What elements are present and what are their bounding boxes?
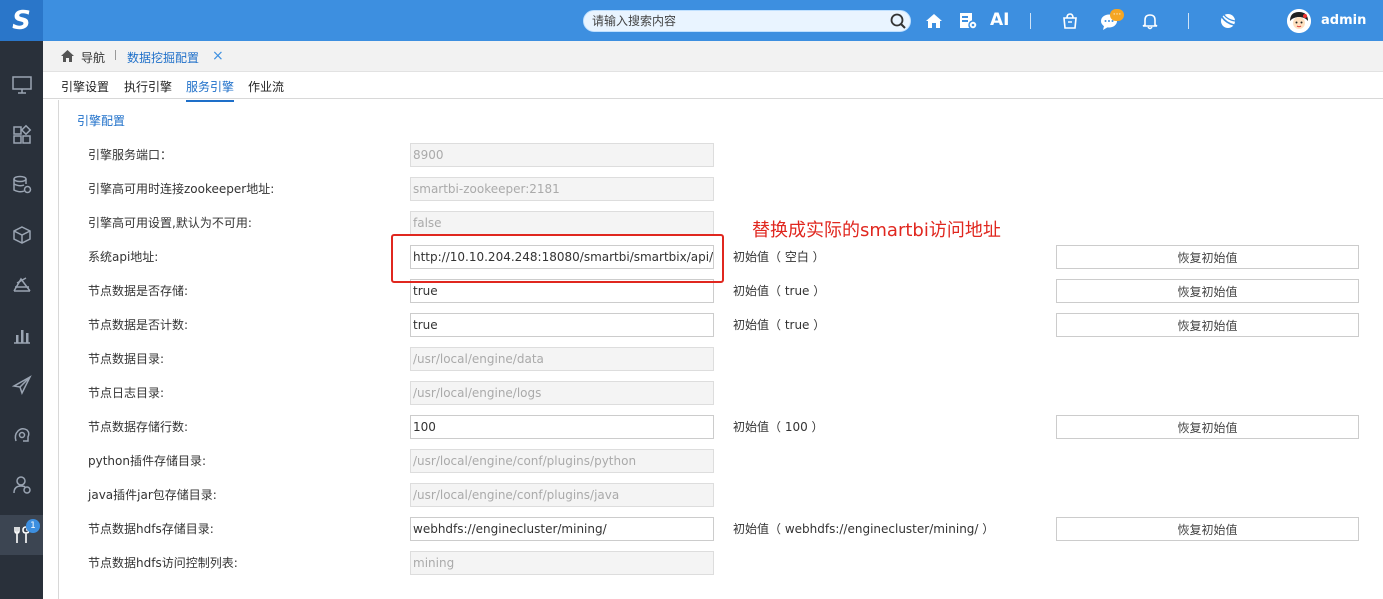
sidebar-item-system-ops[interactable]: 1: [0, 515, 43, 555]
breadcrumb-separator: [115, 50, 116, 60]
section-title: 引擎配置: [77, 114, 126, 128]
database-gear-icon: [12, 175, 31, 194]
reset-button[interactable]: 恢复初始值: [1056, 279, 1359, 303]
toolbar-divider: [1188, 13, 1189, 29]
high-availability-field: [410, 211, 714, 235]
cube-icon: [12, 226, 31, 244]
tab-workflow[interactable]: 作业流: [248, 78, 284, 100]
field-label: 引擎服务端口：: [88, 148, 173, 162]
left-sidebar: 1: [0, 41, 43, 599]
tab-execution-engine[interactable]: 执行引擎: [124, 78, 172, 100]
field-label: 节点数据hdfs访问控制列表:: [88, 556, 238, 570]
sidebar-item-data-prep[interactable]: [0, 265, 43, 305]
sidebar-item-user-management[interactable]: [0, 465, 43, 505]
tab-bar: 引擎设置 执行引擎 服务引擎 作业流: [43, 72, 1383, 102]
sidebar-item-mining[interactable]: [0, 415, 43, 455]
field-label: 节点数据是否存储:: [88, 284, 189, 298]
system-api-address-field[interactable]: [410, 245, 714, 269]
reset-button[interactable]: 恢复初始值: [1056, 415, 1359, 439]
hdfs-storage-dir-field[interactable]: [410, 517, 714, 541]
node-data-rows-field[interactable]: [410, 415, 714, 439]
zookeeper-address-field: [410, 177, 714, 201]
ai-assistant-button[interactable]: AI: [990, 10, 1009, 30]
java-plugin-dir-field: [410, 483, 714, 507]
field-label: java插件jar包存储目录:: [88, 488, 217, 502]
sidebar-item-publish[interactable]: [0, 365, 43, 405]
field-label: 引擎高可用时连接zookeeper地址:: [88, 182, 275, 196]
breadcrumb-nav[interactable]: 导航: [81, 49, 105, 66]
toolbar-divider: [1030, 13, 1031, 29]
python-plugin-dir-field: [410, 449, 714, 473]
app-logo[interactable]: S: [0, 0, 43, 41]
node-data-store-field[interactable]: [410, 279, 714, 303]
bell-icon[interactable]: [1139, 10, 1161, 32]
breadcrumb: 导航 数据挖掘配置 ×: [43, 41, 1383, 72]
annotation-text: 替换成实际的smartbi访问地址: [752, 220, 1001, 241]
search-input[interactable]: [584, 11, 874, 31]
hdfs-acl-field: [410, 551, 714, 575]
report-settings-icon[interactable]: [957, 10, 979, 32]
top-bar: S AI ··· admin: [0, 0, 1383, 41]
layers-icon: [12, 277, 31, 292]
shopping-bag-icon[interactable]: [1059, 10, 1081, 32]
node-data-count-field[interactable]: [410, 313, 714, 337]
initial-value-text: 初始值（ 100 ）: [733, 420, 824, 434]
sidebar-item-widgets[interactable]: [0, 115, 43, 155]
message-badge: ···: [1110, 9, 1124, 21]
field-label: 节点数据hdfs存储目录:: [88, 522, 214, 536]
search-icon[interactable]: [889, 12, 907, 30]
field-label: 节点数据存储行数:: [88, 420, 189, 434]
node-data-dir-field: [410, 347, 714, 371]
close-tab-icon[interactable]: ×: [212, 48, 224, 64]
send-icon: [11, 375, 32, 395]
sidebar-item-data-model[interactable]: [0, 215, 43, 255]
node-log-dir-field: [410, 381, 714, 405]
sidebar-item-monitor[interactable]: [0, 65, 43, 105]
sidebar-item-analysis[interactable]: [0, 315, 43, 355]
search-box[interactable]: [583, 10, 911, 32]
home-icon[interactable]: [60, 49, 75, 63]
field-label: 引擎高可用设置,默认为不可用:: [88, 216, 252, 230]
field-label: 节点数据是否计数:: [88, 318, 189, 332]
reset-button[interactable]: 恢复初始值: [1056, 245, 1359, 269]
tab-service-engine[interactable]: 服务引擎: [186, 78, 235, 102]
breadcrumb-current-page[interactable]: 数据挖掘配置: [127, 49, 199, 66]
initial-value-text: 初始值（ true ）: [733, 318, 826, 332]
field-label: 节点数据目录:: [88, 352, 165, 366]
widgets-icon: [12, 124, 31, 144]
username[interactable]: admin: [1321, 13, 1366, 28]
field-label: python插件存储目录:: [88, 454, 207, 468]
initial-value-text: 初始值（ webhdfs://enginecluster/mining/ ）: [733, 522, 995, 536]
initial-value-text: 初始值（ true ）: [733, 284, 826, 298]
engine-port-field: [410, 143, 714, 167]
tab-engine-settings[interactable]: 引擎设置: [61, 78, 109, 100]
reset-button[interactable]: 恢复初始值: [1056, 313, 1359, 337]
monitor-icon: [11, 76, 32, 94]
sidebar-badge: 1: [26, 519, 40, 533]
initial-value-text: 初始值（ 空白 ）: [733, 250, 825, 264]
field-label: 系统api地址:: [88, 250, 159, 264]
field-label: 节点日志目录:: [88, 386, 165, 400]
sidebar-item-data-source[interactable]: [0, 165, 43, 205]
theme-planet-icon[interactable]: [1217, 10, 1239, 32]
home-icon[interactable]: [923, 10, 945, 32]
reset-button[interactable]: 恢复初始值: [1056, 517, 1359, 541]
bar-chart-icon: [13, 330, 30, 344]
user-gear-icon: [12, 476, 31, 494]
brain-icon: [14, 427, 30, 442]
avatar[interactable]: [1287, 9, 1311, 33]
